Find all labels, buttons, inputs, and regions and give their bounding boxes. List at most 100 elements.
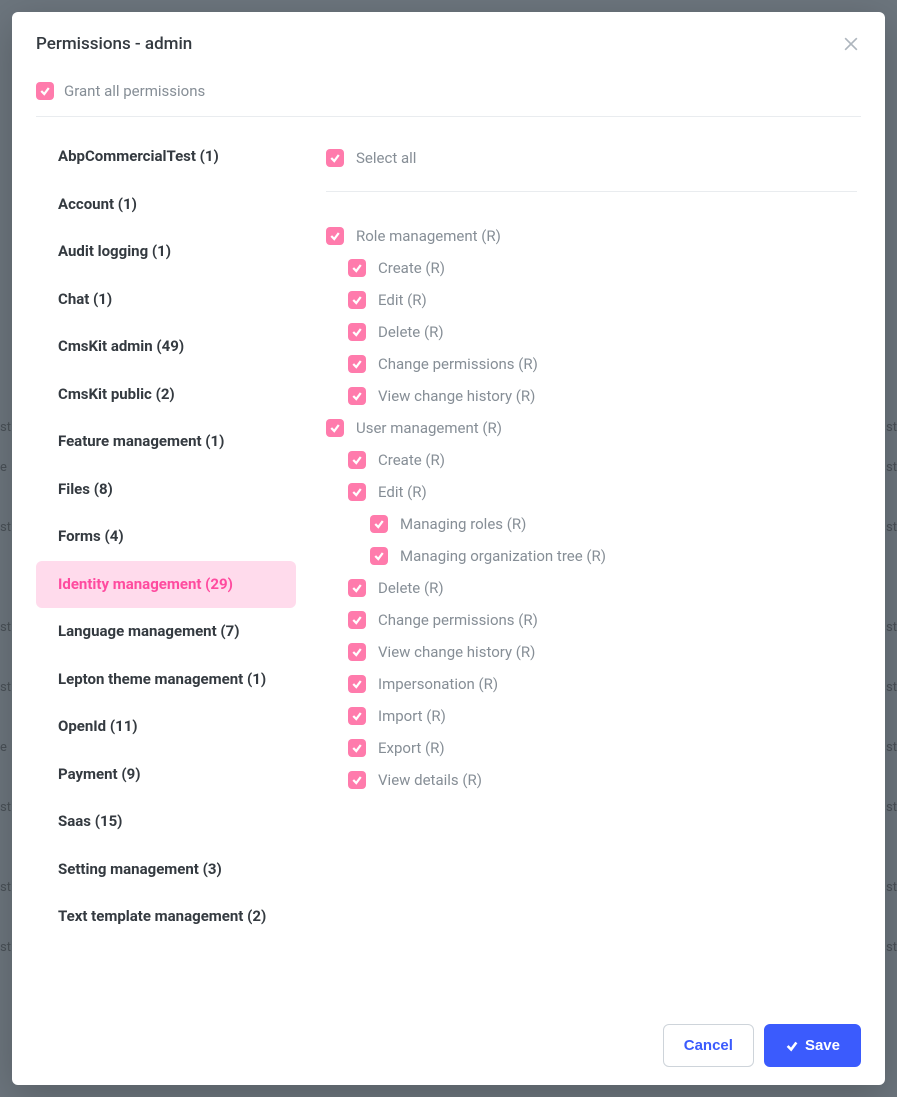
- tab-item[interactable]: Account (1): [36, 181, 296, 229]
- permission-label: Change permissions (R): [378, 355, 538, 373]
- permission-row: Create (R): [326, 252, 857, 284]
- tab-item[interactable]: OpenId (11): [36, 703, 296, 751]
- check-icon: [351, 326, 363, 338]
- permission-label: View change history (R): [378, 387, 535, 405]
- grant-all-row: Grant all permissions: [36, 74, 861, 117]
- permission-checkbox[interactable]: [348, 323, 366, 341]
- permission-label: Delete (R): [378, 579, 444, 597]
- permission-checkbox[interactable]: [348, 259, 366, 277]
- tab-item[interactable]: Language management (7): [36, 608, 296, 656]
- tab-item[interactable]: Files (8): [36, 466, 296, 514]
- check-icon: [351, 454, 363, 466]
- permission-checkbox[interactable]: [326, 227, 344, 245]
- permission-label: Import (R): [378, 707, 446, 725]
- permission-label: Edit (R): [378, 291, 427, 309]
- permission-row: Managing organization tree (R): [326, 540, 857, 572]
- tab-item[interactable]: Text template management (2): [36, 893, 296, 941]
- permission-label: Change permissions (R): [378, 611, 538, 629]
- check-icon: [351, 294, 363, 306]
- check-icon: [329, 152, 341, 164]
- permission-checkbox[interactable]: [348, 387, 366, 405]
- close-icon: [841, 34, 861, 54]
- permission-row: View change history (R): [326, 380, 857, 412]
- check-icon: [329, 230, 341, 242]
- tab-item[interactable]: Lepton theme management (1): [36, 656, 296, 704]
- modal-title: Permissions - admin: [36, 34, 192, 54]
- permission-row: Managing roles (R): [326, 508, 857, 540]
- modal-body: Grant all permissions AbpCommercialTest …: [12, 62, 885, 1006]
- check-icon: [351, 646, 363, 658]
- permissions-modal: Permissions - admin Grant all permission…: [12, 12, 885, 1085]
- permission-checkbox[interactable]: [348, 739, 366, 757]
- tab-item[interactable]: Feature management (1): [36, 418, 296, 466]
- permission-row: Delete (R): [326, 572, 857, 604]
- permission-checkbox[interactable]: [370, 515, 388, 533]
- tab-item[interactable]: CmsKit public (2): [36, 371, 296, 419]
- check-icon: [351, 614, 363, 626]
- tab-item[interactable]: CmsKit admin (49): [36, 323, 296, 371]
- permission-label: Managing organization tree (R): [400, 547, 606, 565]
- permission-label: Managing roles (R): [400, 515, 526, 533]
- check-icon: [351, 742, 363, 754]
- permission-checkbox[interactable]: [326, 419, 344, 437]
- permission-row: View change history (R): [326, 636, 857, 668]
- save-button-label: Save: [805, 1037, 840, 1054]
- permission-checkbox[interactable]: [348, 355, 366, 373]
- select-all-checkbox[interactable]: [326, 149, 344, 167]
- permission-checkbox[interactable]: [348, 643, 366, 661]
- permission-row: Create (R): [326, 444, 857, 476]
- permission-label: Export (R): [378, 739, 445, 757]
- permission-checkbox[interactable]: [348, 451, 366, 469]
- permission-checkbox[interactable]: [348, 771, 366, 789]
- permission-checkbox[interactable]: [348, 675, 366, 693]
- permission-row: Export (R): [326, 732, 857, 764]
- permission-label: Create (R): [378, 451, 445, 469]
- permission-row: Role management (R): [326, 220, 857, 252]
- modal-header: Permissions - admin: [12, 12, 885, 62]
- check-icon: [329, 422, 341, 434]
- modal-footer: Cancel Save: [12, 1006, 885, 1085]
- tab-item[interactable]: Identity management (29): [36, 561, 296, 609]
- permission-label: Delete (R): [378, 323, 444, 341]
- check-icon: [351, 390, 363, 402]
- permission-checkbox[interactable]: [348, 579, 366, 597]
- permission-checkbox[interactable]: [348, 611, 366, 629]
- tab-item[interactable]: Saas (15): [36, 798, 296, 846]
- permission-row: Change permissions (R): [326, 604, 857, 636]
- permission-row: Import (R): [326, 700, 857, 732]
- permission-label: Edit (R): [378, 483, 427, 501]
- permission-checkbox[interactable]: [348, 707, 366, 725]
- check-icon: [373, 550, 385, 562]
- check-icon: [351, 582, 363, 594]
- content-row: AbpCommercialTest (1)Account (1)Audit lo…: [36, 117, 861, 1006]
- permissions-list[interactable]: Select all Role management (R) Create (R)…: [326, 127, 861, 1006]
- check-icon: [351, 358, 363, 370]
- tab-item[interactable]: AbpCommercialTest (1): [36, 133, 296, 181]
- check-icon: [351, 262, 363, 274]
- check-icon: [351, 710, 363, 722]
- permission-label: Role management (R): [356, 227, 501, 245]
- permission-label: Impersonation (R): [378, 675, 498, 693]
- permission-groups-tabs[interactable]: AbpCommercialTest (1)Account (1)Audit lo…: [36, 127, 296, 1006]
- tab-item[interactable]: Audit logging (1): [36, 228, 296, 276]
- tab-item[interactable]: Payment (9): [36, 751, 296, 799]
- grant-all-checkbox[interactable]: [36, 82, 54, 100]
- permission-checkbox[interactable]: [348, 291, 366, 309]
- select-all-row: Select all: [326, 149, 857, 192]
- check-icon: [373, 518, 385, 530]
- cancel-button[interactable]: Cancel: [663, 1024, 754, 1067]
- save-button[interactable]: Save: [764, 1024, 861, 1067]
- tab-item[interactable]: Setting management (3): [36, 846, 296, 894]
- select-all-label: Select all: [356, 149, 416, 167]
- tab-item[interactable]: Forms (4): [36, 513, 296, 561]
- permission-row: View details (R): [326, 764, 857, 796]
- permission-checkbox[interactable]: [348, 483, 366, 501]
- permission-row: Edit (R): [326, 476, 857, 508]
- tab-item[interactable]: Chat (1): [36, 276, 296, 324]
- check-icon: [351, 774, 363, 786]
- permission-checkbox[interactable]: [370, 547, 388, 565]
- permission-row: Impersonation (R): [326, 668, 857, 700]
- permission-row: Change permissions (R): [326, 348, 857, 380]
- close-button[interactable]: [841, 34, 861, 54]
- cancel-button-label: Cancel: [684, 1037, 733, 1054]
